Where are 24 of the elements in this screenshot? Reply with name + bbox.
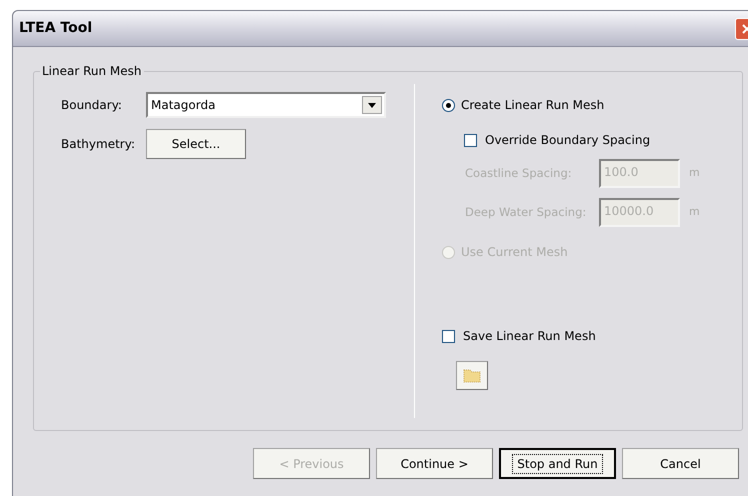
- field-label: Coastline Spacing:: [465, 164, 573, 182]
- folder-icon: [463, 368, 481, 383]
- radio-label: Create Linear Run Mesh: [461, 97, 604, 114]
- checkbox-label: Save Linear Run Mesh: [463, 328, 596, 345]
- field-label: Bathymetry:: [61, 136, 136, 153]
- dialog-button[interactable]: Stop and Run: [499, 448, 616, 479]
- window-title: LTEA Tool: [19, 19, 92, 38]
- field-label: Boundary:: [61, 97, 123, 114]
- unit-label: m: [689, 204, 700, 220]
- radio-label: Use Current Mesh: [461, 244, 568, 261]
- checkbox[interactable]: [464, 134, 477, 146]
- select-button[interactable]: Select...: [146, 129, 246, 159]
- checkbox-label: Override Boundary Spacing: [485, 132, 650, 149]
- radio-button[interactable]: [442, 98, 455, 112]
- checkbox[interactable]: [442, 330, 455, 342]
- dropdown-value: Matagorda: [151, 97, 216, 114]
- dialog-button[interactable]: Cancel: [622, 448, 739, 479]
- caret-icon: [368, 102, 376, 108]
- dropdown-arrow-button[interactable]: [362, 96, 382, 114]
- boundary-dropdown[interactable]: Matagorda: [146, 92, 386, 118]
- dialog-button[interactable]: Continue >: [376, 448, 493, 479]
- unit-label: m: [689, 165, 700, 182]
- field-label: Deep Water Spacing:: [465, 204, 588, 221]
- folder-button[interactable]: [456, 361, 488, 390]
